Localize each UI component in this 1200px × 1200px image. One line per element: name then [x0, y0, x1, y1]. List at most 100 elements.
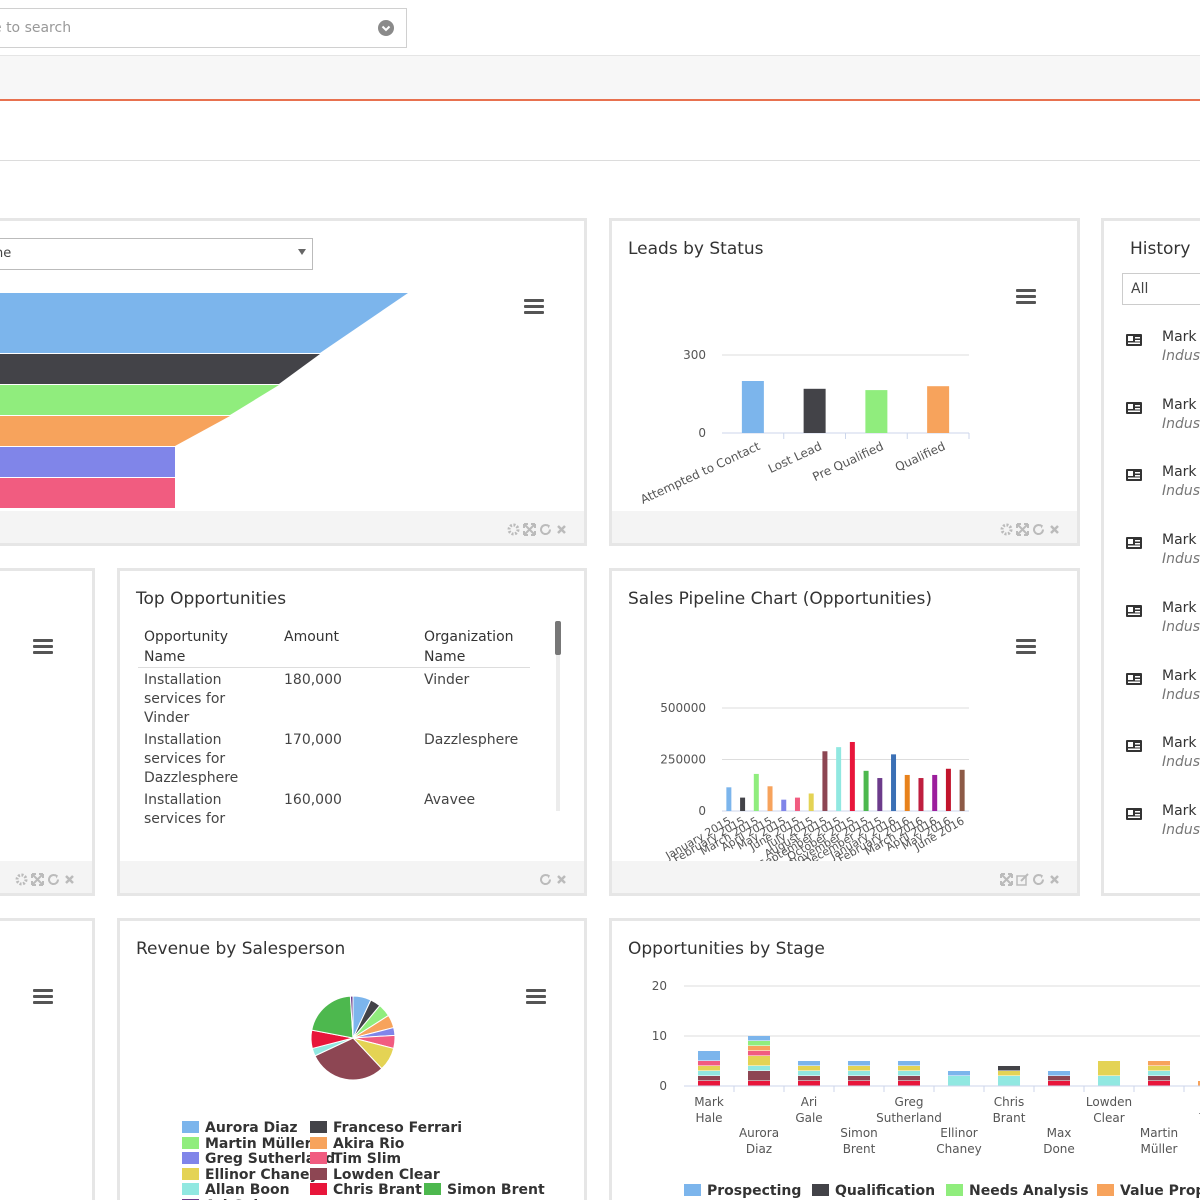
funnel-segment[interactable] [0, 385, 279, 415]
stacked-bar-segment[interactable] [848, 1071, 870, 1076]
legend-item[interactable]: Akira Rio [310, 1136, 404, 1152]
bar[interactable] [904, 774, 910, 811]
refresh-icon[interactable] [539, 871, 552, 886]
table-cell-name[interactable]: Installation services for Dazzlesphere [138, 728, 278, 788]
stacked-bar-segment[interactable] [748, 1046, 770, 1051]
legend-item[interactable]: Chris Brant [310, 1183, 422, 1198]
funnel-segment[interactable] [0, 478, 175, 508]
history-item-name[interactable]: Mark [1162, 532, 1197, 548]
stacked-bar-segment[interactable] [698, 1081, 720, 1086]
refresh-icon[interactable] [539, 521, 552, 536]
legend-item[interactable]: Tim Slim [310, 1152, 401, 1167]
stacked-bar-segment[interactable] [798, 1066, 820, 1071]
funnel-segment[interactable] [0, 293, 408, 353]
bar[interactable] [959, 769, 965, 811]
stacked-bar-segment[interactable] [1048, 1076, 1070, 1081]
stacked-bar-segment[interactable] [748, 1066, 770, 1071]
bar[interactable] [794, 797, 800, 811]
history-item-name[interactable]: Mark [1162, 464, 1197, 480]
bar[interactable] [781, 799, 787, 811]
history-item[interactable]: Mark Indus [1126, 532, 1200, 572]
expand-icon[interactable] [1016, 521, 1029, 536]
stacked-bar-segment[interactable] [798, 1081, 820, 1086]
stacked-bar-segment[interactable] [798, 1071, 820, 1076]
chart-menu-icon[interactable] [524, 299, 544, 315]
history-item-name[interactable]: Mark [1162, 600, 1197, 616]
stacked-bar-segment[interactable] [1098, 1076, 1120, 1086]
refresh-icon[interactable] [1032, 521, 1045, 536]
history-item-name[interactable]: Mark [1162, 803, 1197, 819]
column-header-name[interactable]: Opportunity Name [138, 621, 278, 668]
close-icon[interactable] [1048, 871, 1061, 884]
close-icon[interactable] [1048, 521, 1061, 534]
table-row[interactable]: Installation services for Vinder 180,000 V… [138, 668, 530, 729]
chart-menu-icon[interactable] [33, 639, 53, 655]
stacked-bar-segment[interactable] [898, 1066, 920, 1071]
scrollbar-thumb[interactable] [555, 621, 561, 655]
stacked-bar-segment[interactable] [1048, 1081, 1070, 1086]
stacked-bar-segment[interactable] [1148, 1081, 1170, 1086]
history-item-name[interactable]: Mark [1162, 668, 1197, 684]
bar[interactable] [945, 768, 951, 811]
table-row[interactable]: Installation services for Dazzlesphere 17… [138, 728, 530, 788]
bar[interactable] [891, 754, 897, 811]
stacked-bar-segment[interactable] [698, 1076, 720, 1081]
refresh-icon[interactable] [47, 871, 60, 886]
bar[interactable] [918, 778, 924, 811]
stacked-bar-segment[interactable] [748, 1051, 770, 1056]
gear-icon[interactable] [15, 871, 28, 886]
stacked-bar-segment[interactable] [1148, 1076, 1170, 1081]
legend-item[interactable]: Franceso Ferrari [310, 1121, 462, 1136]
bar[interactable] [808, 793, 814, 811]
history-item[interactable]: Mark Indus [1126, 397, 1200, 437]
funnel-segment[interactable] [0, 416, 230, 446]
stacked-bar-segment[interactable] [898, 1061, 920, 1066]
close-icon[interactable] [555, 521, 568, 534]
legend-item[interactable]: Prospecting [684, 1184, 801, 1199]
legend-item[interactable]: Allan Boon [182, 1183, 290, 1198]
refresh-icon[interactable] [1032, 871, 1045, 886]
bar[interactable] [822, 751, 828, 811]
stacked-bar-segment[interactable] [1148, 1071, 1170, 1076]
stacked-bar-segment[interactable] [748, 1036, 770, 1041]
bar[interactable] [927, 386, 950, 433]
expand-icon[interactable] [31, 871, 44, 886]
gear-icon[interactable] [507, 521, 520, 536]
expand-icon[interactable] [523, 521, 536, 536]
chart-menu-icon[interactable] [33, 989, 53, 1005]
stacked-bar-segment[interactable] [1148, 1061, 1170, 1066]
bar[interactable] [740, 797, 746, 811]
legend-item[interactable]: Simon Brent [424, 1183, 545, 1198]
legend-item[interactable]: Needs Analysis [946, 1184, 1089, 1199]
history-item[interactable]: Mark Indus [1126, 735, 1200, 775]
stacked-bar-segment[interactable] [848, 1061, 870, 1066]
close-icon[interactable] [63, 871, 76, 884]
table-cell-name[interactable]: Installation services for Vinder [138, 668, 278, 729]
stacked-bar-segment[interactable] [748, 1081, 770, 1086]
column-header-amount[interactable]: Amount [278, 621, 418, 668]
stacked-bar-segment[interactable] [848, 1066, 870, 1071]
bar[interactable] [932, 774, 938, 811]
legend-item[interactable]: Martin Müller [182, 1136, 312, 1152]
stacked-bar-segment[interactable] [898, 1076, 920, 1081]
legend-item[interactable]: Ellinor Chaney [182, 1167, 319, 1183]
history-item[interactable]: Mark Indus [1126, 600, 1200, 640]
funnel-segment[interactable] [0, 447, 175, 477]
stacked-bar-segment[interactable] [998, 1071, 1020, 1076]
stacked-bar-segment[interactable] [798, 1076, 820, 1081]
history-item[interactable]: Mark Indus [1126, 464, 1200, 504]
stacked-bar-segment[interactable] [998, 1066, 1020, 1071]
edit-icon[interactable] [1016, 871, 1029, 886]
stacked-bar-segment[interactable] [948, 1071, 970, 1076]
legend-item[interactable]: Value Propo [1097, 1184, 1200, 1199]
history-item[interactable]: Mark Indus [1126, 803, 1200, 843]
history-item-name[interactable]: Mark [1162, 329, 1197, 345]
stacked-bar-segment[interactable] [898, 1081, 920, 1086]
stacked-bar-segment[interactable] [998, 1076, 1020, 1086]
bar[interactable] [753, 773, 759, 811]
stacked-bar-segment[interactable] [798, 1061, 820, 1066]
stacked-bar-segment[interactable] [698, 1061, 720, 1066]
history-filter-select[interactable]: All [1122, 273, 1200, 305]
global-search[interactable] [0, 8, 407, 48]
stacked-bar-segment[interactable] [848, 1081, 870, 1086]
